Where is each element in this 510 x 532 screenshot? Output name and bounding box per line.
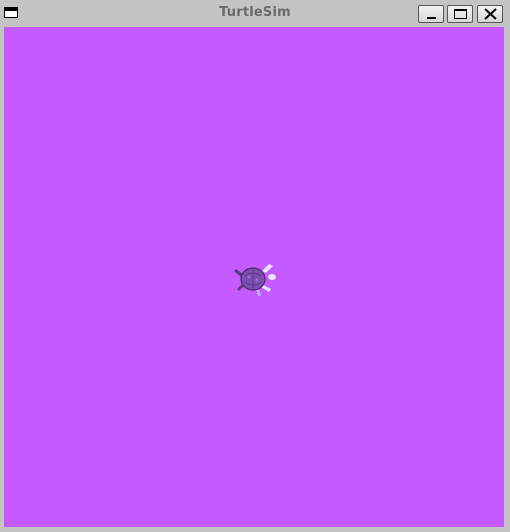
maximize-button[interactable] bbox=[447, 5, 473, 23]
minimize-button[interactable] bbox=[418, 5, 444, 23]
turtle-icon bbox=[234, 264, 276, 296]
close-icon bbox=[484, 8, 497, 20]
turtle-canvas bbox=[4, 27, 504, 527]
title-bar[interactable]: TurtleSim bbox=[0, 0, 510, 27]
close-button[interactable] bbox=[477, 5, 503, 23]
turtlesim-window: TurtleSim bbox=[0, 0, 510, 532]
